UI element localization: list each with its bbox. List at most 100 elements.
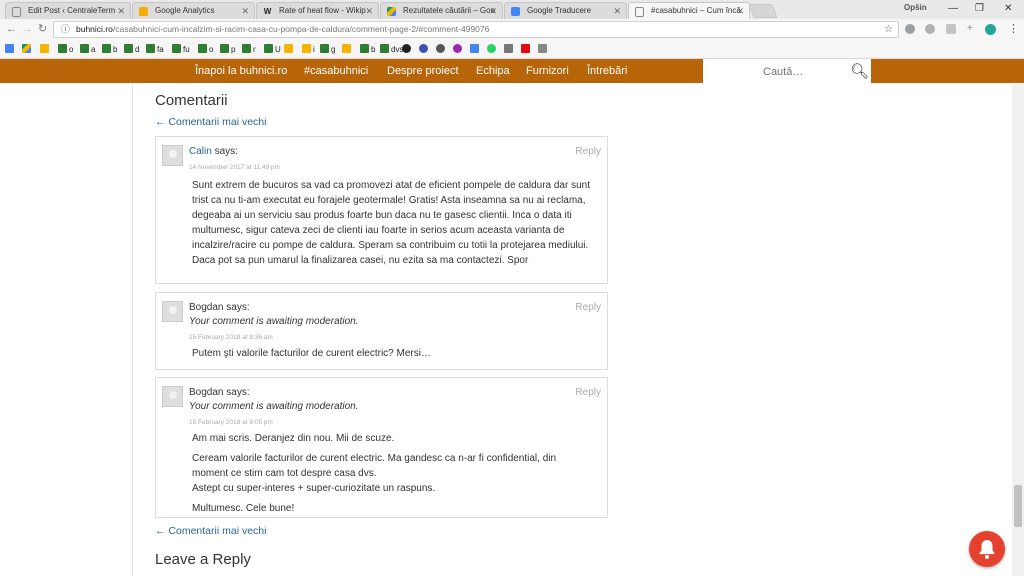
bookmark-icon[interactable] xyxy=(5,44,16,54)
bookmark-g[interactable]: g xyxy=(320,44,335,54)
bookmark-icon[interactable] xyxy=(436,44,447,54)
maximize-icon[interactable]: ❐ xyxy=(975,3,984,14)
moderation-notice: Your comment is awaiting moderation. xyxy=(189,401,359,412)
browser-tab-2[interactable]: Google Analytics ✕ xyxy=(132,2,255,19)
bookmark-u[interactable]: U xyxy=(264,44,281,54)
bookmark-o[interactable]: o xyxy=(58,44,73,54)
bookmark-r[interactable]: r xyxy=(242,44,256,54)
comment-card: Bogdan says: Reply Your comment is await… xyxy=(155,292,608,370)
close-icon[interactable]: ✕ xyxy=(241,6,249,17)
bookmark-icon[interactable] xyxy=(419,44,430,54)
extension-icon[interactable] xyxy=(985,24,996,35)
browser-tab-5[interactable]: Google Traducere ✕ xyxy=(504,2,627,19)
avatar xyxy=(162,301,183,322)
author-name-link[interactable]: Calin xyxy=(189,146,212,157)
window-close-icon[interactable]: ✕ xyxy=(1004,3,1012,14)
browser-tab-6-active[interactable]: #casabuhnici – Cum încă ✕ xyxy=(628,2,750,20)
whatsapp-icon[interactable] xyxy=(487,44,498,54)
menu-dots-icon[interactable]: ⋮ xyxy=(1008,22,1019,35)
reply-button[interactable]: Reply xyxy=(575,302,601,313)
nav-casabuhnici[interactable]: #casabuhnici xyxy=(304,65,368,77)
author-name: Bogdan xyxy=(189,302,224,313)
close-icon[interactable]: ✕ xyxy=(365,6,373,17)
translate-icon xyxy=(511,7,520,16)
comment-date[interactable]: 14 November 2017 at 11:49 pm xyxy=(189,164,280,171)
bookmark-d[interactable]: d xyxy=(124,44,139,54)
bookmark-dvs[interactable]: dvs xyxy=(380,44,403,54)
extension-icon[interactable] xyxy=(925,24,935,34)
bookmark-p[interactable]: p xyxy=(220,44,235,54)
comment-paragraph: Sunt extrem de bucuros sa vad ca promove… xyxy=(192,180,591,266)
reload-icon[interactable]: ↻ xyxy=(38,22,47,35)
bookmark-icon[interactable] xyxy=(342,44,353,54)
drive-icon xyxy=(387,7,396,16)
wikipedia-icon: W xyxy=(263,7,272,16)
bookmark-b2[interactable]: b xyxy=(360,44,375,54)
bookmark-fa[interactable]: fa xyxy=(146,44,164,54)
bookmark-icon[interactable] xyxy=(453,44,464,54)
drive-icon[interactable] xyxy=(22,44,33,54)
close-icon[interactable]: ✕ xyxy=(489,6,497,17)
comment-date[interactable]: 15 February 2018 at 8:05 pm xyxy=(189,419,273,426)
notification-bell-button[interactable] xyxy=(969,531,1005,567)
older-comments-link[interactable]: ← Comentarii mai vechi xyxy=(155,116,266,128)
page-icon xyxy=(635,7,644,17)
nav-echipa[interactable]: Echipa xyxy=(476,65,510,77)
browser-tab-3[interactable]: W Rate of heat flow - Wikip ✕ xyxy=(256,2,379,19)
reply-button[interactable]: Reply xyxy=(575,146,601,157)
bookmark-a[interactable]: a xyxy=(80,44,95,54)
close-icon[interactable]: ✕ xyxy=(117,6,125,17)
bookmark-star-icon[interactable]: ☆ xyxy=(884,22,893,37)
scrollbar-thumb[interactable] xyxy=(1014,485,1022,527)
bookmarks-bar: o a b d fa fu o p r U i g b dvs xyxy=(0,41,1024,59)
reply-button[interactable]: Reply xyxy=(575,387,601,398)
comment-paragraph: Ceream valorile facturilor de curent ele… xyxy=(192,453,557,479)
author-name: Bogdan xyxy=(189,387,224,398)
browser-tab-1[interactable]: Edit Post ‹ CentraleTerm ✕ xyxy=(5,2,131,19)
nav-furnizori[interactable]: Furnizori xyxy=(526,65,569,77)
comment-author: Calin says: xyxy=(189,146,238,157)
url-bar[interactable]: ⓘ buhnici.ro/casabuhnici-cum-incalzim-si… xyxy=(53,21,899,38)
older-comments-link-bottom[interactable]: ← Comentarii mai vechi xyxy=(155,525,266,537)
github-icon[interactable] xyxy=(402,44,413,54)
bookmark-o2[interactable]: o xyxy=(198,44,213,54)
bookmark-fu[interactable]: fu xyxy=(172,44,190,54)
profile-name[interactable]: Opšin xyxy=(904,3,927,12)
extension-icon[interactable] xyxy=(946,24,956,34)
browser-tab-strip: Edit Post ‹ CentraleTerm ✕ Google Analyt… xyxy=(0,0,1024,20)
forward-icon[interactable]: → xyxy=(22,23,33,35)
moderation-notice: Your comment is awaiting moderation. xyxy=(189,316,359,327)
content-divider xyxy=(132,84,133,576)
nav-despre-proiect[interactable]: Despre proiect xyxy=(387,65,459,77)
new-tab-button[interactable] xyxy=(748,4,778,18)
extension-icon[interactable]: + xyxy=(967,23,973,34)
info-icon[interactable]: ⓘ xyxy=(61,22,70,37)
page-icon xyxy=(12,7,21,17)
bookmark-icon[interactable] xyxy=(284,44,295,54)
comment-paragraph: Multumesc. Cele bune! xyxy=(192,503,295,514)
close-icon[interactable]: ✕ xyxy=(613,6,621,17)
bookmark-i[interactable]: i xyxy=(302,44,315,54)
analytics-icon xyxy=(139,7,148,16)
bookmark-icon[interactable] xyxy=(470,44,481,54)
bookmark-icon[interactable] xyxy=(538,44,549,54)
search-icon[interactable]: 🔍︎ xyxy=(850,62,869,80)
extension-icon[interactable] xyxy=(905,24,915,34)
netflix-icon[interactable] xyxy=(521,44,532,54)
nav-intrebari[interactable]: Întrebări xyxy=(587,65,627,77)
address-toolbar: ← → ↻ ⓘ buhnici.ro/casabuhnici-cum-incal… xyxy=(0,19,1024,41)
minimize-icon[interactable]: — xyxy=(948,3,958,14)
close-icon[interactable]: ✕ xyxy=(736,6,744,17)
comment-date[interactable]: 15 February 2018 at 8:36 am xyxy=(189,334,273,341)
comment-body: Am mai scris. Deranjez din nou. Mii de s… xyxy=(192,431,593,516)
bookmark-b[interactable]: b xyxy=(102,44,117,54)
bookmark-icon[interactable] xyxy=(504,44,515,54)
says-label: says: xyxy=(226,302,250,313)
comment-paragraph: Putem şti valorile facturilor de curent … xyxy=(192,348,431,359)
nav-back-to-site[interactable]: Înapoi la buhnici.ro xyxy=(195,65,287,77)
comment-paragraph: Astept cu super-interes + super-curiozit… xyxy=(192,483,436,494)
bookmark-icon[interactable] xyxy=(40,44,51,54)
browser-tab-4[interactable]: Rezultatele căutării – Goo ✕ xyxy=(380,2,503,19)
back-icon[interactable]: ← xyxy=(6,23,17,35)
comment-paragraph: Am mai scris. Deranjez din nou. Mii de s… xyxy=(192,433,395,444)
